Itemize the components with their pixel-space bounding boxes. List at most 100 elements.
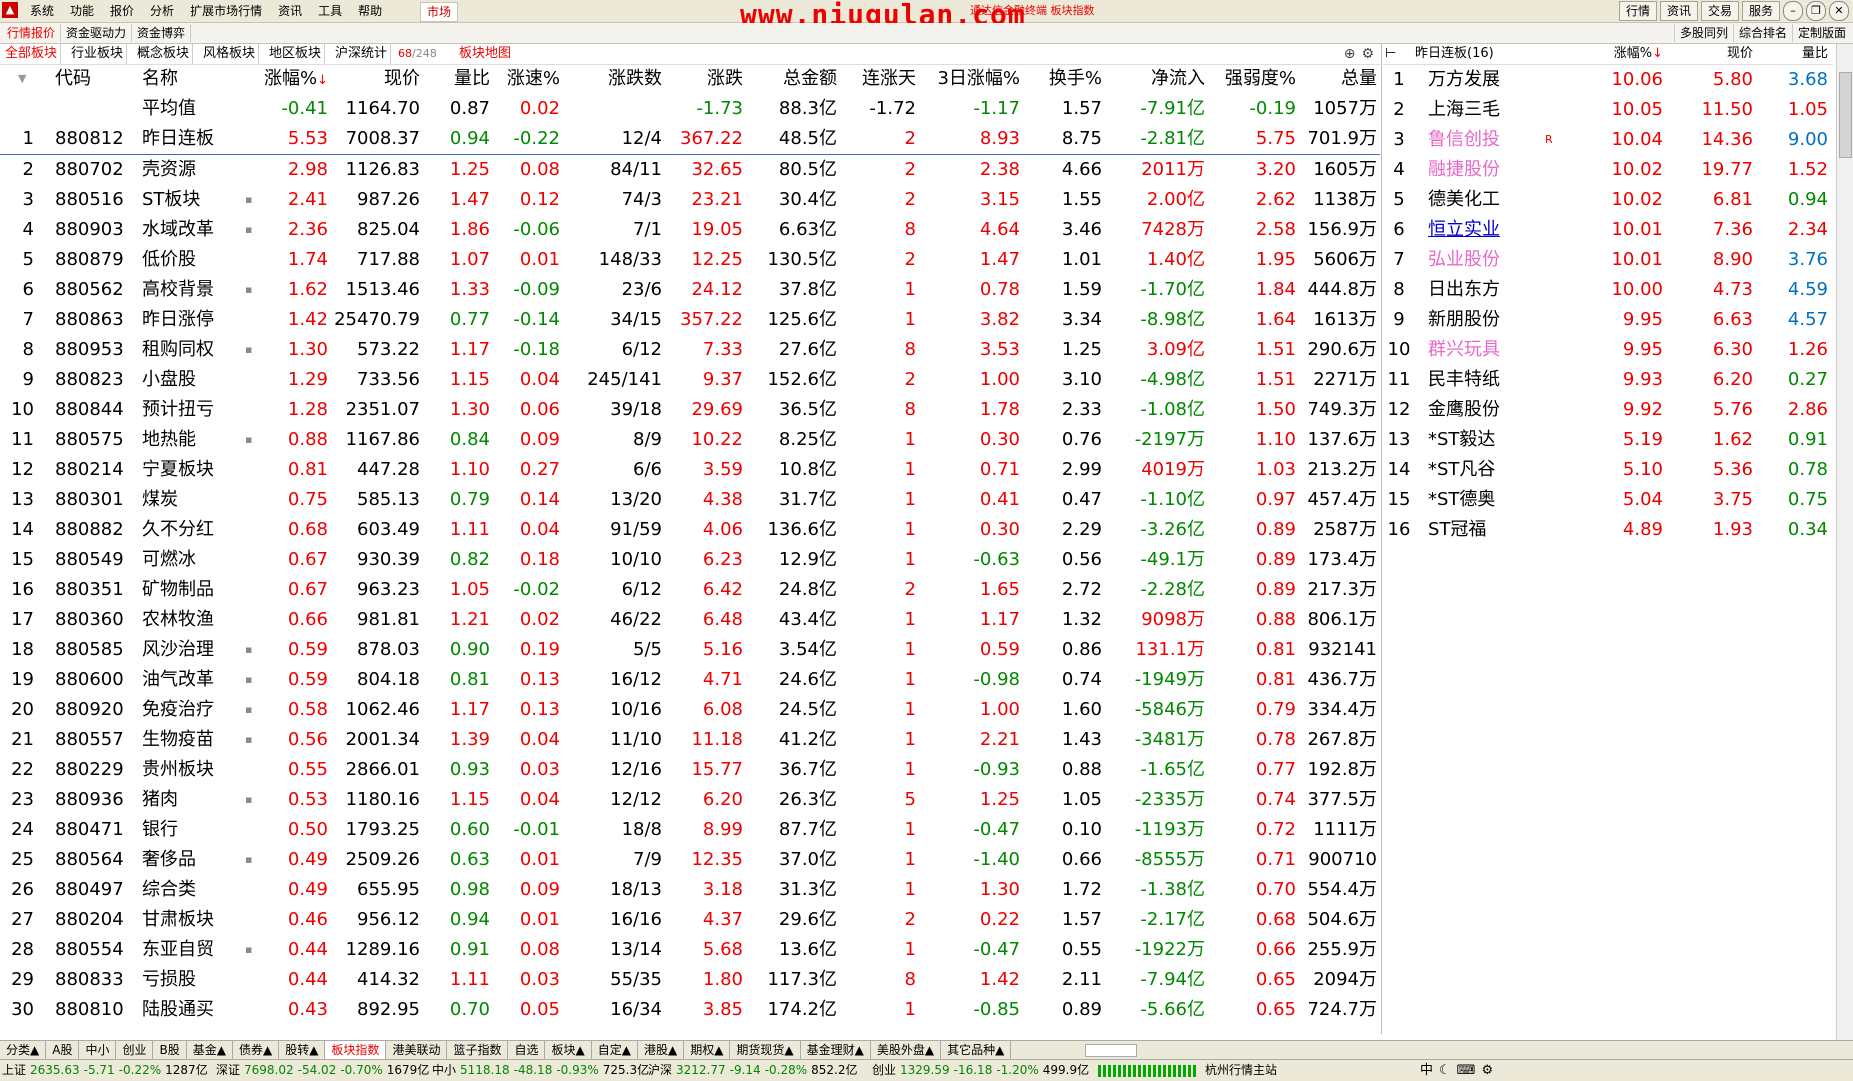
- pin-icon[interactable]: ⊢: [1385, 44, 1396, 64]
- constituent-row[interactable]: 13 *ST毅达 5.19 1.62 0.91: [1383, 425, 1833, 455]
- constituent-row[interactable]: 6 恒立实业 10.01 7.36 2.34: [1383, 215, 1833, 245]
- table-row[interactable]: 15 880549 可燃冰 0.67 930.39 0.82 0.18 10/10 6.23 12…: [0, 545, 1380, 575]
- menu-item[interactable]: 功能: [62, 0, 102, 22]
- constituent-row[interactable]: 2 上海三毛 10.05 11.50 1.05: [1383, 95, 1833, 125]
- tab-fund-game[interactable]: 资金博弈: [132, 24, 192, 42]
- quote-button[interactable]: 行情: [1618, 1, 1657, 21]
- settings-icon[interactable]: ⚙: [1481, 1060, 1493, 1081]
- tab-rankings[interactable]: 综合排名: [1732, 24, 1792, 42]
- bottom-tab[interactable]: 篮子指数: [447, 1041, 509, 1059]
- tab-region-blocks[interactable]: 地区板块: [266, 44, 326, 64]
- rcol-pct[interactable]: 涨幅%↓: [1583, 44, 1663, 64]
- bottom-tab[interactable]: 美股外盘▲: [871, 1041, 942, 1059]
- rcol-volume-ratio[interactable]: 量比: [1758, 44, 1828, 64]
- table-row[interactable]: 29 880833 亏损股 0.44 414.32 1.11 0.03 55/35 1.80 11…: [0, 965, 1380, 995]
- table-row[interactable]: 4 880903 水域改革 ▪ 2.36 825.04 1.86 -0.06 7/1 19.05 6…: [0, 215, 1380, 245]
- bottom-tab[interactable]: 中小: [79, 1041, 117, 1059]
- news-button[interactable]: 资讯: [1659, 1, 1698, 21]
- table-row[interactable]: 11 880575 地热能 ▪ 0.88 1167.86 0.84 0.09 8/9 10.22 8…: [0, 425, 1380, 455]
- app-icon[interactable]: ▲: [2, 2, 18, 18]
- table-row[interactable]: 21 880557 生物疫苗 ▪ 0.56 2001.34 1.39 0.04 11/10 11.…: [0, 725, 1380, 755]
- tab-fund-drive[interactable]: 资金驱动力: [61, 24, 133, 42]
- tab-multi-stock[interactable]: 多股同列: [1673, 24, 1733, 42]
- gear-icon[interactable]: ⚙: [1361, 46, 1374, 62]
- bottom-tab[interactable]: 基金▲: [187, 1041, 233, 1059]
- constituent-row[interactable]: 11 民丰特纸 9.93 6.20 0.27: [1383, 365, 1833, 395]
- table-row[interactable]: 28 880554 东亚自贸 ▪ 0.44 1289.16 0.91 0.08 13/14 5.6…: [0, 935, 1380, 965]
- vertical-scrollbar[interactable]: [1836, 44, 1853, 1054]
- menu-item[interactable]: 帮助: [350, 0, 390, 22]
- constituent-row[interactable]: 7 弘业股份 10.01 8.90 3.76: [1383, 245, 1833, 275]
- tab-industry-blocks[interactable]: 行业板块: [68, 44, 128, 64]
- col-price[interactable]: 现价: [330, 64, 420, 94]
- input-method-icon[interactable]: 中: [1420, 1060, 1433, 1081]
- bottom-tab[interactable]: B股: [153, 1041, 187, 1059]
- table-row[interactable]: 14 880882 久不分红 0.68 603.49 1.11 0.04 91/59 4.06 1…: [0, 515, 1380, 545]
- col-amount[interactable]: 总金额: [742, 64, 837, 94]
- index-ticker[interactable]: 创业 1329.59 -16.18 -1.20% 499.9亿: [872, 1060, 1093, 1081]
- constituent-row[interactable]: 3 鲁信创投 R 10.04 14.36 9.00: [1383, 125, 1833, 155]
- table-row[interactable]: 7 880863 昨日涨停 1.42 25470.79 0.77 -0.14 34/15 357…: [0, 305, 1380, 335]
- constituent-row[interactable]: 12 金鹰股份 9.92 5.76 2.86: [1383, 395, 1833, 425]
- menu-item[interactable]: 报价: [102, 0, 142, 22]
- constituent-row[interactable]: 9 新朋股份 9.95 6.63 4.57: [1383, 305, 1833, 335]
- tab-concept-blocks[interactable]: 概念板块: [134, 44, 194, 64]
- table-row[interactable]: 22 880229 贵州板块 0.55 2866.01 0.93 0.03 12/16 15.7…: [0, 755, 1380, 785]
- index-ticker[interactable]: 上证 2635.63 -5.71 -0.22% 1287亿: [2, 1060, 212, 1081]
- table-row[interactable]: 16 880351 矿物制品 0.67 963.23 1.05 -0.02 6/12 6.42 2…: [0, 575, 1380, 605]
- menu-item[interactable]: 扩展市场行情: [182, 0, 270, 22]
- table-row[interactable]: 8 880953 租购同权 ▪ 1.30 573.22 1.17 -0.18 6/12 7.33 2…: [0, 335, 1380, 365]
- table-row[interactable]: 27 880204 甘肃板块 0.46 956.12 0.94 0.01 16/16 4.37 2…: [0, 905, 1380, 935]
- table-row[interactable]: 5 880879 低价股 1.74 717.88 1.07 0.01 148/33 12.25 1…: [0, 245, 1380, 275]
- col-speed[interactable]: 涨速%: [490, 64, 560, 94]
- bottom-tab[interactable]: 板块▲: [545, 1041, 592, 1059]
- constituent-row[interactable]: 15 *ST德奥 5.04 3.75 0.75: [1383, 485, 1833, 515]
- block-map-link[interactable]: 板块地图: [459, 44, 511, 64]
- close-icon[interactable]: ✕: [1829, 1, 1849, 21]
- keyboard-icon[interactable]: ⌨: [1457, 1060, 1476, 1081]
- tabs-scrollbar[interactable]: [1085, 1044, 1137, 1057]
- trade-button[interactable]: 交易: [1700, 1, 1739, 21]
- panel-divider[interactable]: [1381, 44, 1382, 1034]
- bottom-tab[interactable]: 自选: [508, 1041, 546, 1059]
- bottom-tab[interactable]: 期货现货▲: [730, 1041, 801, 1059]
- table-row[interactable]: 19 880600 油气改革 ▪ 0.59 804.18 0.81 0.13 16/12 4.71…: [0, 665, 1380, 695]
- table-row[interactable]: 12 880214 宁夏板块 0.81 447.28 1.10 0.27 6/6 3.59 10.…: [0, 455, 1380, 485]
- col-net-inflow[interactable]: 净流入: [1103, 64, 1205, 94]
- menu-item[interactable]: 资讯: [270, 0, 310, 22]
- tab-all-blocks[interactable]: 全部板块: [2, 44, 62, 64]
- zoom-icon[interactable]: ⊕: [1344, 46, 1356, 62]
- table-row[interactable]: 20 880920 免疫治疗 ▪ 0.58 1062.46 1.17 0.13 10/16 6.0…: [0, 695, 1380, 725]
- menu-item[interactable]: 分析: [142, 0, 182, 22]
- scrollbar-thumb[interactable]: [1839, 72, 1852, 158]
- table-row[interactable]: 10 880844 预计扭亏 1.28 2351.07 1.30 0.06 39/18 29.6…: [0, 395, 1380, 425]
- constituent-row[interactable]: 8 日出东方 10.00 4.73 4.59: [1383, 275, 1833, 305]
- col-turnover[interactable]: 换手%: [1022, 64, 1102, 94]
- bottom-tab[interactable]: 港美联动: [386, 1041, 448, 1059]
- table-row[interactable]: 6 880562 高校背景 ▪ 1.62 1513.46 1.33 -0.09 23/6 24.1…: [0, 275, 1380, 305]
- table-row[interactable]: 24 880471 银行 0.50 1793.25 0.60 -0.01 18/8 8.99 87…: [0, 815, 1380, 845]
- col-volume[interactable]: 总量: [1297, 64, 1377, 94]
- constituent-row[interactable]: 14 *ST凡谷 5.10 5.36 0.78: [1383, 455, 1833, 485]
- table-row[interactable]: 9 880823 小盘股 1.29 733.56 1.15 0.04 245/141 9.37 1…: [0, 365, 1380, 395]
- restore-icon[interactable]: ❐: [1806, 1, 1826, 21]
- tab-quote[interactable]: 行情报价: [2, 24, 62, 42]
- col-pct[interactable]: 涨幅%↓: [258, 64, 328, 96]
- index-ticker[interactable]: 中小 5118.18 -48.18 -0.93% 725.3亿: [432, 1060, 653, 1081]
- index-ticker[interactable]: 深证 7698.02 -54.02 -0.70% 1679亿: [216, 1060, 433, 1081]
- rcol-price[interactable]: 现价: [1673, 44, 1753, 64]
- table-row[interactable]: 30 880810 陆股通买 0.43 892.95 0.70 0.05 16/34 3.85 1…: [0, 995, 1380, 1025]
- tab-style-blocks[interactable]: 风格板块: [200, 44, 260, 64]
- market-menu[interactable]: 市场: [420, 2, 459, 22]
- tab-sh-sz-stats[interactable]: 沪深统计: [332, 44, 392, 64]
- bottom-tab[interactable]: 分类▲: [0, 1041, 47, 1059]
- minimize-icon[interactable]: –: [1783, 1, 1803, 21]
- table-row[interactable]: 2 880702 壳资源 2.98 1126.83 1.25 0.08 84/11 32.65 8…: [0, 155, 1380, 185]
- tab-custom-layout[interactable]: 定制版面: [1791, 24, 1851, 42]
- table-row[interactable]: 23 880936 猪肉 ▪ 0.53 1180.16 1.15 0.04 12/12 6.20 2…: [0, 785, 1380, 815]
- service-button[interactable]: 服务: [1741, 1, 1780, 21]
- constituent-row[interactable]: 4 融捷股份 10.02 19.77 1.52: [1383, 155, 1833, 185]
- table-row[interactable]: 18 880585 风沙治理 ▪ 0.59 878.03 0.90 0.19 5/5 5.16 3.…: [0, 635, 1380, 665]
- index-ticker[interactable]: 沪深 3212.77 -9.14 -0.28% 852.2亿: [648, 1060, 862, 1081]
- constituent-row[interactable]: 10 群兴玩具 9.95 6.30 1.26: [1383, 335, 1833, 365]
